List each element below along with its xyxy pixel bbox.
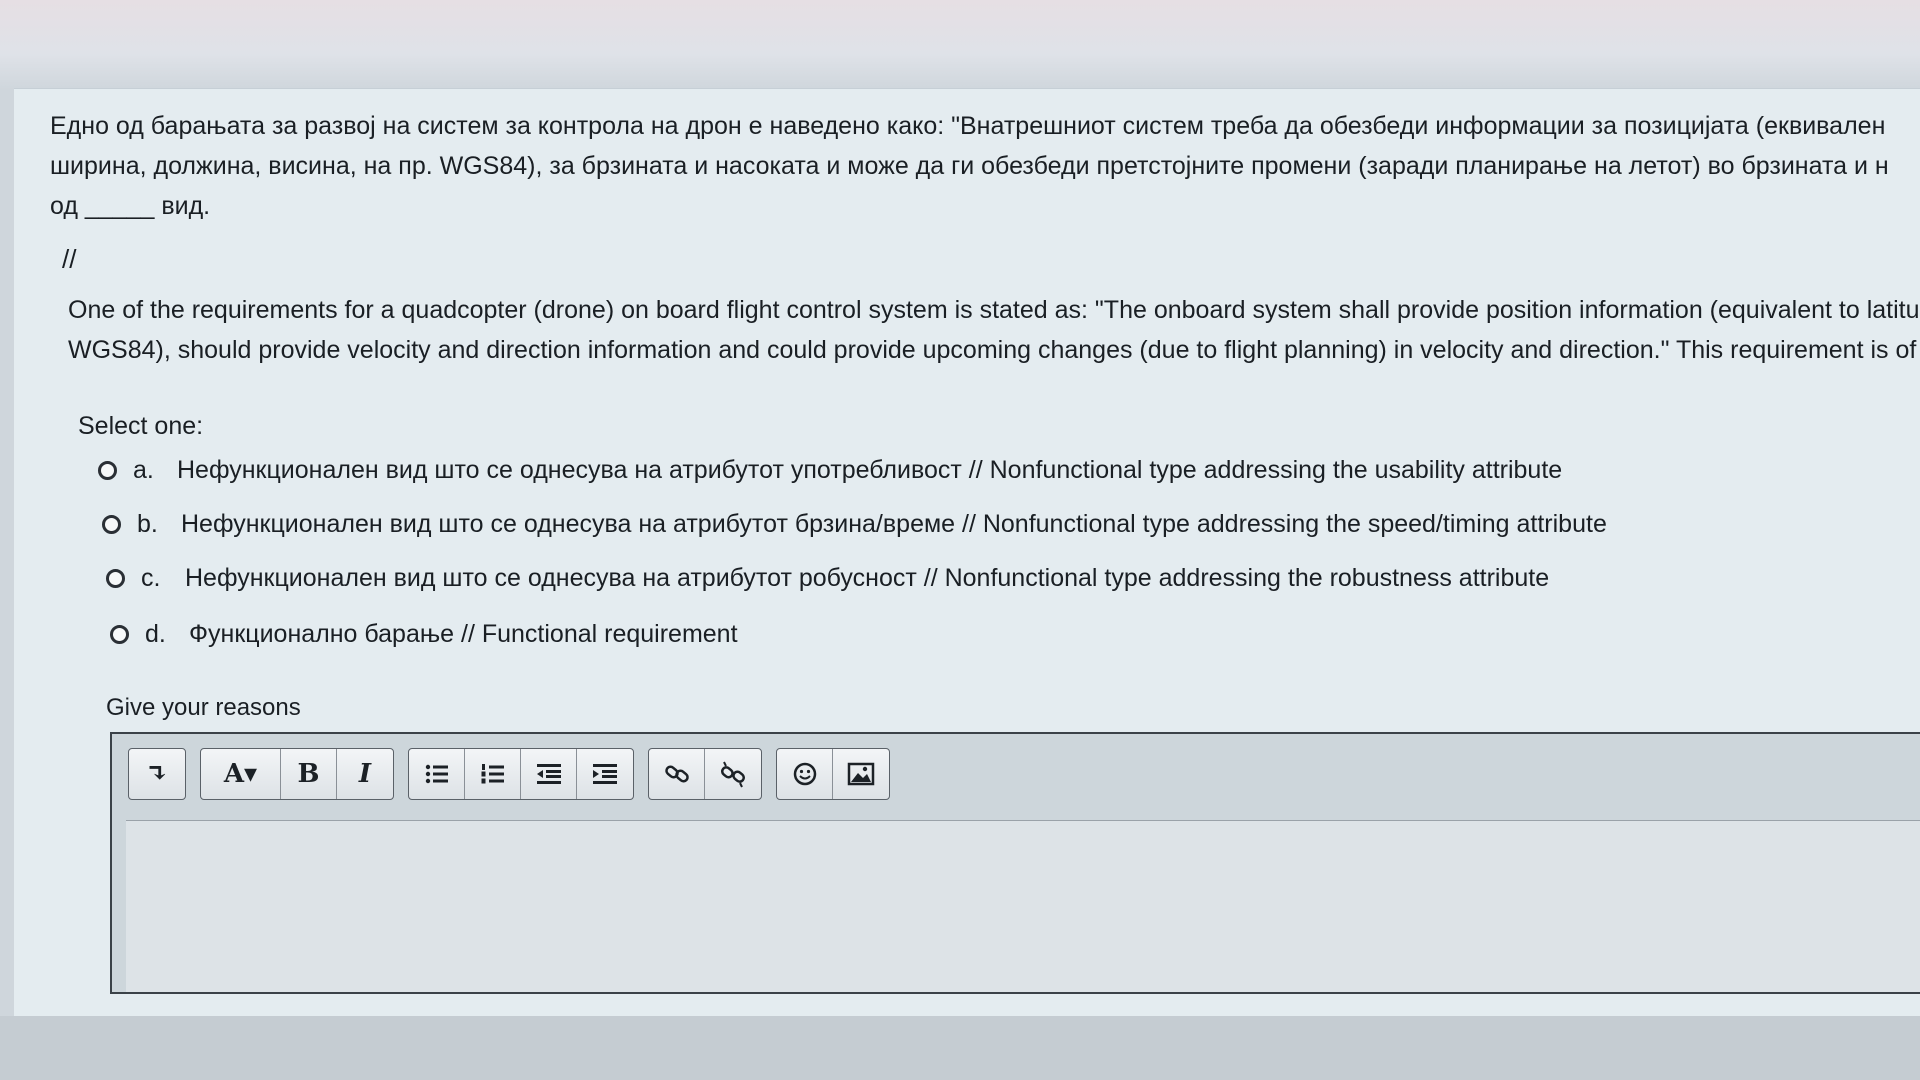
bold-button[interactable]: B <box>281 749 337 799</box>
bullet-list-button[interactable] <box>409 749 465 799</box>
option-d[interactable]: d. Функционално барање // Functional req… <box>110 614 738 654</box>
question-text-en: One of the requirements for a quadcopter… <box>68 290 1920 370</box>
toolbar-group-expand: ↴ <box>128 748 186 800</box>
image-icon <box>847 762 875 786</box>
option-b[interactable]: b. Нефункционален вид што се однесува на… <box>102 504 1607 544</box>
expand-toolbar-button[interactable]: ↴ <box>129 749 185 799</box>
emoji-icon <box>793 762 816 786</box>
question-en-line-2: WGS84), should provide velocity and dire… <box>68 336 1917 364</box>
link-icon <box>664 765 689 783</box>
toolbar-group-lists <box>408 748 634 800</box>
option-letter: d. <box>145 619 166 648</box>
question-mk-line-2: ширина, должина, висина, на пр. WGS84), … <box>50 152 1889 180</box>
toolbar-group-format: A▾ B I <box>200 748 394 800</box>
option-text: Нефункционален вид што се однесува на ат… <box>185 563 1550 592</box>
option-letter: c. <box>141 563 161 592</box>
numbered-list-button[interactable] <box>465 749 521 799</box>
italic-button[interactable]: I <box>337 749 393 799</box>
indent-icon <box>593 764 617 784</box>
option-text: Нефункционален вид што се однесува на ат… <box>177 455 1563 484</box>
screen-bezel-bottom <box>0 1016 1920 1080</box>
font-color-button[interactable]: A▾ <box>201 749 281 799</box>
question-mk-line-3: од _____ вид. <box>50 192 211 220</box>
unlink-button[interactable] <box>705 749 761 799</box>
radio-button-a[interactable] <box>98 460 117 480</box>
link-button[interactable] <box>649 749 705 799</box>
bullet-list-icon <box>425 764 448 784</box>
reasons-text-area[interactable] <box>126 820 1920 992</box>
expand-icon: ↴ <box>146 759 168 789</box>
indent-button[interactable] <box>577 749 633 799</box>
option-a[interactable]: a. Нефункционален вид што се однесува на… <box>98 450 1562 490</box>
outdent-icon <box>536 764 561 784</box>
toolbar-group-links <box>648 748 762 800</box>
bold-icon: B <box>297 759 320 789</box>
outdent-button[interactable] <box>521 749 577 799</box>
italic-icon: I <box>358 759 372 789</box>
select-one-label: Select one: <box>78 412 204 440</box>
toolbar-group-media <box>776 748 890 800</box>
give-reasons-label: Give your reasons <box>106 694 301 721</box>
radio-button-d[interactable] <box>110 624 129 644</box>
image-button[interactable] <box>833 749 889 799</box>
radio-button-c[interactable] <box>106 568 125 588</box>
screen-bezel-top <box>0 0 1920 90</box>
option-letter: b. <box>137 509 158 538</box>
language-separator: // <box>62 244 77 274</box>
editor-toolbar: ↴ A▾ B I <box>128 748 904 800</box>
question-mk-line-1: Едно од барањата за развој на систем за … <box>50 112 1886 140</box>
numbered-list-icon <box>481 764 504 784</box>
unlink-icon <box>720 761 746 788</box>
option-c[interactable]: c. Нефункционален вид што се однесува на… <box>106 558 1549 598</box>
emoji-button[interactable] <box>777 749 833 799</box>
option-text: Нефункционален вид што се однесува на ат… <box>181 509 1607 538</box>
question-text-mk: Едно од барањата за развој на систем за … <box>50 106 1889 226</box>
radio-button-b[interactable] <box>102 514 121 534</box>
question-en-line-1: One of the requirements for a quadcopter… <box>68 296 1920 324</box>
option-text: Функционално барање // Functional requir… <box>189 619 738 648</box>
option-letter: a. <box>133 455 154 484</box>
font-color-icon: A▾ <box>223 759 258 789</box>
reasons-editor: ↴ A▾ B I <box>110 732 1920 994</box>
